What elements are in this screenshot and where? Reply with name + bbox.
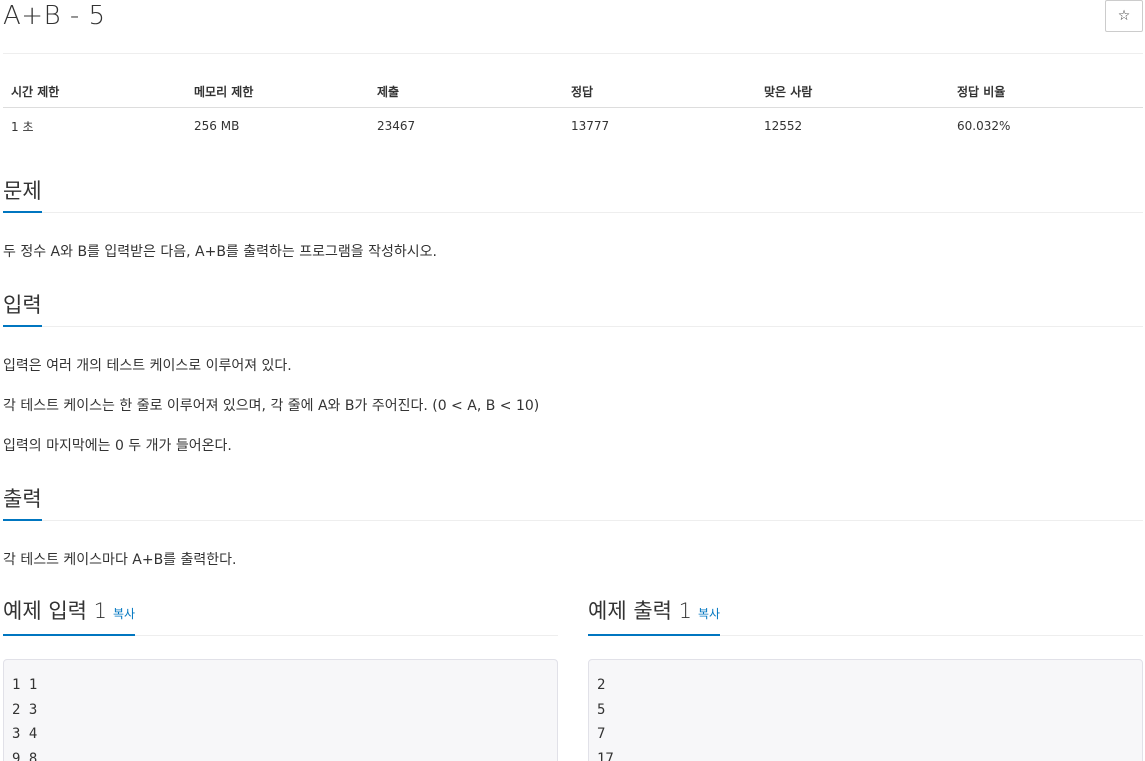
title-row: A+B - 5 ☆: [3, 0, 1143, 54]
star-icon: ☆: [1117, 8, 1131, 24]
problem-page: A+B - 5 ☆ 시간 제한 메모리 제한 제출 정답 맞은 사람 정답 비율…: [0, 0, 1145, 761]
sample-input-title: 예제 입력 1: [3, 599, 107, 623]
output-section: 출력 각 테스트 케이스마다 A+B를 출력한다.: [3, 484, 1143, 570]
description-title: 문제: [3, 177, 42, 213]
value-time-limit: 1 초: [11, 119, 34, 134]
value-submissions: 23467: [377, 119, 416, 133]
sample-input-copy-button[interactable]: 복사: [113, 607, 135, 621]
sample-output-line: 7: [597, 726, 606, 742]
value-solved-users: 12552: [764, 119, 803, 133]
output-title: 출력: [3, 485, 42, 521]
sample-input-header: 예제 입력 1 복사: [3, 599, 558, 636]
sample-input-line: 9 8: [12, 750, 38, 761]
input-section: 입력 입력은 여러 개의 테스트 케이스로 이루어져 있다. 각 테스트 케이스…: [3, 290, 1143, 456]
sample-input-section: 예제 입력 1 복사 1 1 2 3 3 4 9 8: [3, 599, 558, 761]
header-solved-users: 맞은 사람: [756, 75, 949, 108]
sample-output-heading: 예제 출력 1 복사: [588, 597, 721, 636]
input-paragraph: 입력은 여러 개의 테스트 케이스로 이루어져 있다.: [3, 358, 292, 374]
input-text: 입력은 여러 개의 테스트 케이스로 이루어져 있다. 각 테스트 케이스는 한…: [3, 356, 1143, 456]
favorite-button[interactable]: ☆: [1105, 0, 1143, 32]
sample-input-heading: 예제 입력 1 복사: [3, 597, 136, 636]
sample-input-line: 2 3: [12, 701, 38, 718]
input-paragraph: 입력의 마지막에는 0 두 개가 들어온다.: [3, 438, 232, 454]
info-value-row: 1 초 256 MB 23467 13777 12552 60.032%: [3, 108, 1143, 145]
value-accept-rate: 60.032%: [957, 119, 1011, 133]
value-accepted: 13777: [571, 119, 610, 133]
input-header: 입력: [3, 290, 1143, 327]
sample-output-header: 예제 출력 1 복사: [588, 599, 1143, 636]
header-accepted: 정답: [563, 75, 756, 108]
header-accept-rate: 정답 비율: [949, 75, 1143, 108]
sample-output-line: 17: [597, 750, 614, 761]
sample-output-title: 예제 출력 1: [588, 599, 692, 623]
description-paragraph: 두 정수 A와 B를 입력받은 다음, A+B를 출력하는 프로그램을 작성하시…: [3, 244, 437, 260]
sample-input-line: 1 1: [12, 677, 38, 693]
sample-output-copy-button[interactable]: 복사: [698, 607, 720, 621]
output-paragraph: 각 테스트 케이스마다 A+B를 출력한다.: [3, 552, 237, 568]
input-paragraph: 각 테스트 케이스는 한 줄로 이루어져 있으며, 각 줄에 A와 B가 주어진…: [3, 398, 540, 414]
info-header-row: 시간 제한 메모리 제한 제출 정답 맞은 사람 정답 비율: [3, 75, 1143, 108]
problem-info-table: 시간 제한 메모리 제한 제출 정답 맞은 사람 정답 비율 1 초 256 M…: [3, 75, 1143, 144]
sample-input-line: 3 4: [12, 726, 38, 742]
sample-output-line: 5: [597, 701, 606, 718]
description-text: 두 정수 A와 B를 입력받은 다음, A+B를 출력하는 프로그램을 작성하시…: [3, 242, 1143, 262]
page-title: A+B - 5: [3, 1, 106, 31]
sample-output-line: 2: [597, 677, 606, 693]
header-submissions: 제출: [369, 75, 563, 108]
output-text: 각 테스트 케이스마다 A+B를 출력한다.: [3, 550, 1143, 570]
header-time-limit: 시간 제한: [3, 75, 186, 108]
input-title: 입력: [3, 291, 42, 327]
value-memory-limit: 256 MB: [194, 119, 240, 133]
sample-output-box[interactable]: 2 5 7 17: [588, 659, 1143, 761]
header-memory-limit: 메모리 제한: [186, 75, 369, 108]
description-header: 문제: [3, 176, 1143, 213]
sample-input-box[interactable]: 1 1 2 3 3 4 9 8: [3, 659, 558, 761]
output-header: 출력: [3, 484, 1143, 521]
sample-output-section: 예제 출력 1 복사 2 5 7 17: [588, 599, 1143, 761]
description-section: 문제 두 정수 A와 B를 입력받은 다음, A+B를 출력하는 프로그램을 작…: [3, 176, 1143, 262]
